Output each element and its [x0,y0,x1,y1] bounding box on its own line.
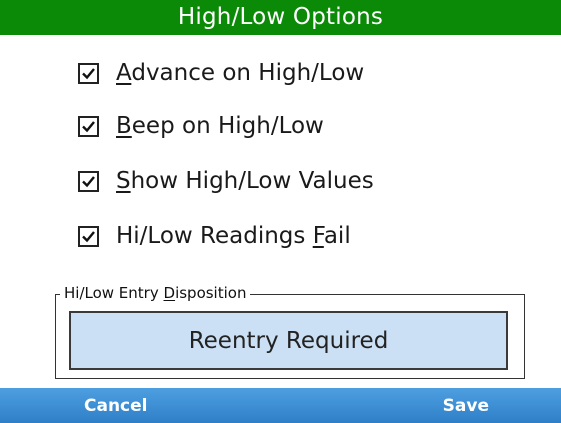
option-hi-low-readings-fail[interactable]: Hi/Low Readings Fail [78,216,351,256]
cancel-button[interactable]: Cancel [84,388,147,423]
advance-checkbox[interactable] [78,62,99,84]
option-show-high-low-values[interactable]: Show High/Low Values [78,161,374,201]
beep-checkbox[interactable] [78,115,99,137]
show-values-label: Show High/Low Values [116,168,374,194]
disposition-legend: Hi/Low Entry Disposition [60,284,251,302]
checkmark-icon [82,120,95,132]
readings-fail-checkbox[interactable] [78,225,99,247]
option-advance-on-high-low[interactable]: Advance on High/Low [78,53,364,93]
dialog-title: High/Low Options [0,0,561,35]
checkmark-icon [82,230,95,242]
checkmark-icon [82,175,95,187]
softkey-bar: Cancel Save [0,388,561,423]
advance-label: Advance on High/Low [116,60,365,86]
save-button[interactable]: Save [443,388,489,423]
disposition-selector[interactable]: Reentry Required [69,311,508,370]
readings-fail-label: Hi/Low Readings Fail [116,223,351,249]
show-values-checkbox[interactable] [78,170,99,192]
option-beep-on-high-low[interactable]: Beep on High/Low [78,106,324,146]
checkmark-icon [82,67,95,79]
beep-label: Beep on High/Low [116,113,324,139]
